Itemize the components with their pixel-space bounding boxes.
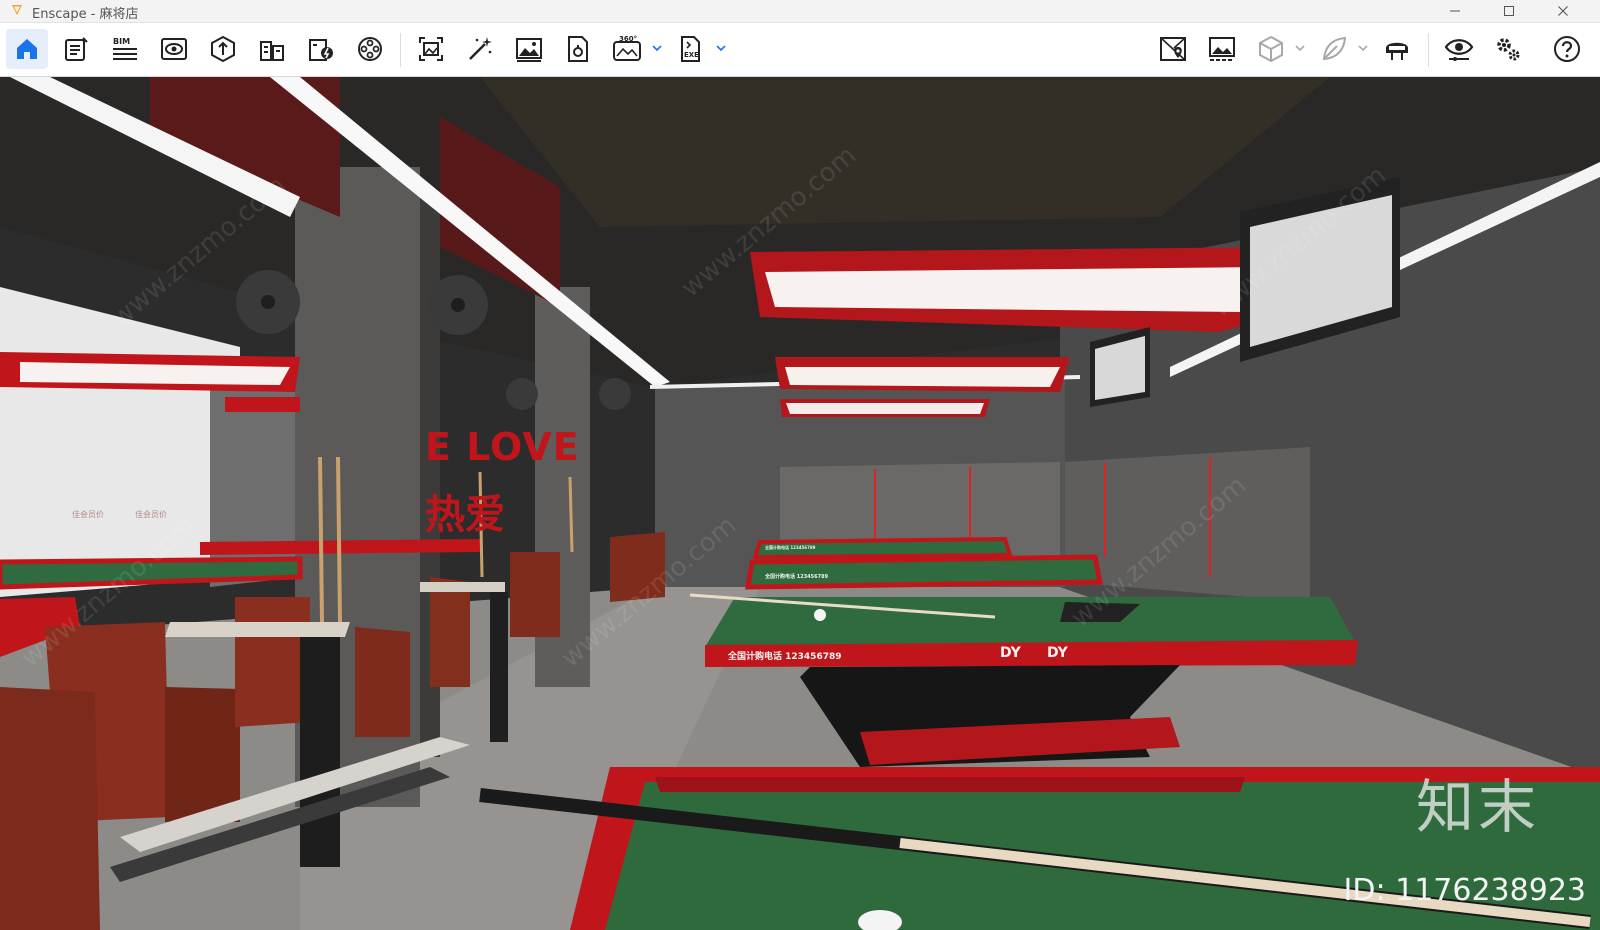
screenshot-button[interactable]: [410, 29, 452, 69]
wall-sign-love: E LOVE: [425, 425, 580, 469]
video-reel-icon: [358, 37, 382, 61]
svg-text:EXE: EXE: [684, 51, 699, 59]
cube-dropdown-icon[interactable]: [1293, 41, 1307, 55]
toolbar-separator: [400, 33, 401, 67]
view-icon: [161, 38, 187, 60]
maximize-button[interactable]: [1486, 0, 1532, 22]
exe-export-button[interactable]: EXE: [670, 29, 712, 69]
panorama-icon: 360°: [613, 35, 641, 61]
panorama-dropdown-icon[interactable]: [650, 41, 664, 55]
home-button[interactable]: [6, 29, 48, 69]
screenshot-icon: [419, 37, 443, 61]
leaf-dropdown-icon[interactable]: [1356, 41, 1370, 55]
home-icon: [17, 39, 37, 59]
maximize-icon: [1504, 6, 1514, 16]
main-toolbar: BIM 360° EXE: [0, 23, 1600, 94]
window-sticker: 佳会员价: [72, 510, 104, 519]
enscape-logo-icon: [12, 5, 22, 15]
eye-settings-icon: [1444, 39, 1474, 61]
exe-dropdown-icon[interactable]: [714, 41, 728, 55]
watermark-brand: 知末: [1415, 773, 1540, 841]
leaf-icon: [1322, 36, 1347, 61]
window-sticker-2: 佳会员价: [135, 510, 167, 519]
minimize-icon: [1450, 10, 1460, 12]
magic-wand-icon: [469, 37, 492, 60]
wall-sign-chinese: 热爱: [425, 492, 505, 538]
table-phone-label-3: 全国计购电话 123456789: [765, 545, 816, 550]
visual-settings-button[interactable]: [1438, 29, 1480, 69]
image-icon: [516, 38, 542, 62]
asset-library-icon: [211, 35, 235, 63]
export-file-button[interactable]: [557, 29, 599, 69]
table-phone-label: 全国计购电话 123456789: [728, 652, 842, 662]
cube-icon: [1259, 35, 1283, 63]
buildings-icon: [260, 41, 284, 61]
image-button[interactable]: [508, 29, 550, 69]
asset-library-button[interactable]: [202, 29, 244, 69]
view-button[interactable]: [153, 29, 195, 69]
lightning-button[interactable]: [300, 29, 342, 69]
render-viewport[interactable]: E LOVE 热爱 全国计购电话 123456789 全国计购电话 123456…: [0, 77, 1600, 930]
minimize-button[interactable]: [1432, 0, 1478, 22]
gallery-button[interactable]: [1201, 29, 1243, 69]
svg-text:360°: 360°: [619, 35, 637, 43]
window-title: Enscape - 麻将店: [32, 7, 139, 22]
magic-wand-button[interactable]: [459, 29, 501, 69]
table-logo-2: DY: [1047, 645, 1068, 661]
svg-text:BIM: BIM: [113, 37, 130, 46]
general-settings-button[interactable]: [1487, 29, 1529, 69]
buildings-button[interactable]: [251, 29, 293, 69]
help-button[interactable]: [1546, 29, 1588, 69]
gears-icon: [1497, 38, 1520, 61]
bim-icon: BIM: [113, 37, 137, 60]
leaf-button[interactable]: [1313, 29, 1355, 69]
notes-icon: [65, 37, 88, 61]
map-pin-icon: [1160, 37, 1186, 61]
video-button[interactable]: [349, 29, 391, 69]
vr-button[interactable]: [1376, 29, 1418, 69]
watermark-id: ID: 1176238923: [1343, 873, 1586, 908]
notes-button[interactable]: [55, 29, 97, 69]
export-file-icon: [568, 36, 588, 62]
help-icon: [1554, 36, 1580, 62]
exe-export-icon: EXE: [681, 36, 700, 62]
close-button[interactable]: [1540, 0, 1586, 22]
cube-button[interactable]: [1250, 29, 1292, 69]
title-bar: Enscape - 麻将店: [0, 0, 1600, 23]
map-button[interactable]: [1152, 29, 1194, 69]
bim-button[interactable]: BIM: [104, 29, 146, 69]
toolbar-separator: [1428, 33, 1429, 67]
close-icon: [1558, 6, 1568, 16]
panorama-button[interactable]: 360°: [606, 29, 648, 69]
table-phone-label-2: 全国计购电话 123456789: [765, 574, 829, 580]
lightning-icon: [309, 39, 333, 61]
vr-headset-icon: [1386, 42, 1408, 60]
table-logo: DY: [1000, 645, 1021, 661]
gallery-icon: [1209, 37, 1235, 61]
